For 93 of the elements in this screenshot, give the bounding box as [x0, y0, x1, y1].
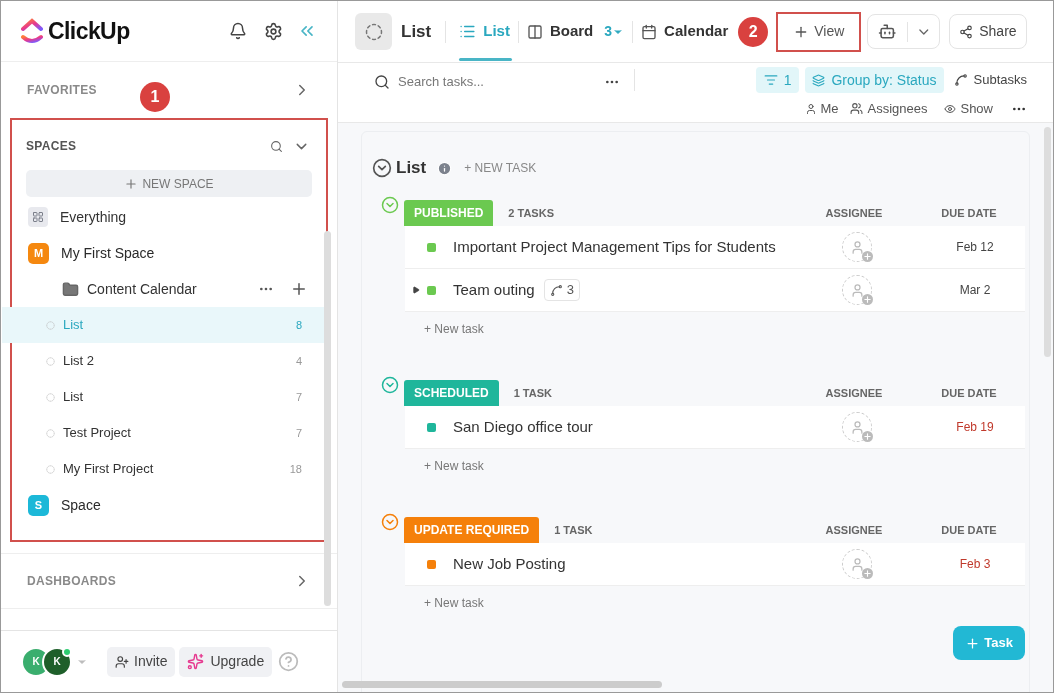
task-row[interactable]: Team outing 3 Mar 2	[405, 269, 1025, 312]
plus-icon	[124, 176, 139, 191]
annotation-number-badge: 2	[738, 16, 769, 47]
search-icon[interactable]	[270, 139, 283, 153]
task-row[interactable]: New Job Posting Feb 3	[405, 543, 1025, 586]
column-header: ASSIGNEE	[824, 522, 884, 538]
column-header: ASSIGNEE	[824, 385, 884, 401]
folder-icon	[62, 280, 79, 298]
robot-icon	[878, 22, 897, 41]
list-icon	[459, 23, 477, 40]
list-item[interactable]: List 2 4	[2, 343, 326, 379]
people-icon	[850, 102, 864, 116]
add-icon[interactable]	[290, 280, 308, 298]
status-label: PUBLISHED	[404, 200, 494, 226]
task-count: 1 TASK	[513, 385, 552, 401]
folder-item[interactable]: Content Calendar	[2, 271, 326, 307]
new-task-link[interactable]: + New task	[424, 320, 484, 338]
subtasks-icon	[953, 73, 968, 87]
task-name: Team outing	[453, 279, 535, 300]
settings-icon[interactable]	[264, 21, 283, 41]
show-button[interactable]: Show	[944, 99, 993, 119]
active-tab-underline	[459, 57, 512, 61]
status-label: UPDATE REQUIRED	[404, 517, 540, 543]
due-date[interactable]: Feb 19	[935, 418, 1015, 436]
space-avatar: M	[28, 242, 49, 264]
plus-icon	[965, 635, 981, 651]
assignees-filter-button[interactable]: Assignees	[850, 99, 928, 119]
me-filter-button[interactable]: Me	[805, 99, 839, 119]
new-task-link[interactable]: + New task	[424, 457, 484, 475]
dashed-circle-icon	[46, 320, 55, 330]
task-name: New Job Posting	[453, 553, 566, 574]
brand-name: ClickUp	[48, 16, 130, 46]
view-tab[interactable]: Board 3	[522, 1, 629, 63]
space-item[interactable]: M My First Space	[2, 235, 326, 271]
task-row[interactable]: Important Project Management Tips for Students Feb 12	[405, 226, 1025, 269]
collapse-list-icon[interactable]	[372, 158, 392, 178]
share-button[interactable]: Share	[949, 14, 1027, 49]
annotation-number-badge: 1	[140, 82, 170, 112]
dashed-circle-icon	[46, 428, 55, 438]
task-name: San Diego office tour	[453, 416, 593, 437]
search-icon	[374, 74, 390, 90]
list-item[interactable]: Test Project 7	[2, 415, 326, 451]
page-title: List	[401, 20, 432, 43]
sparkles-icon	[187, 653, 205, 670]
dashed-circle-icon	[46, 356, 55, 366]
eye-icon	[944, 102, 957, 115]
expand-caret-icon[interactable]	[412, 286, 420, 294]
column-header: ASSIGNEE	[824, 205, 884, 221]
view-tab[interactable]: Calendar	[637, 1, 733, 63]
column-header: DUE DATE	[940, 385, 998, 401]
status-label: SCHEDULED	[404, 380, 499, 406]
filter-icon	[763, 73, 778, 87]
column-header: DUE DATE	[940, 522, 998, 538]
dashed-circle-icon	[46, 464, 55, 474]
due-date[interactable]: Feb 12	[935, 238, 1015, 256]
task-count: 2 TASKS	[508, 205, 554, 221]
list-item[interactable]: My First Project 18	[2, 451, 326, 487]
task-count: 1 TASK	[554, 522, 593, 538]
board-icon	[526, 23, 543, 40]
share-icon	[959, 24, 974, 39]
sidebar-item[interactable]: Everything	[2, 199, 326, 235]
space-item[interactable]: S Space	[2, 487, 326, 523]
due-date[interactable]: Feb 3	[935, 555, 1015, 573]
automation-button[interactable]	[867, 14, 941, 49]
person-icon	[805, 102, 818, 115]
layers-icon	[812, 73, 826, 87]
list-title: List	[396, 157, 427, 180]
add-user-icon	[115, 654, 129, 669]
new-task-link[interactable]: + New task	[424, 594, 484, 612]
task-row[interactable]: San Diego office tour Feb 19	[405, 406, 1025, 449]
list-item[interactable]: List 7	[2, 379, 326, 415]
view-count: 3	[604, 21, 625, 42]
calendar-icon	[641, 23, 658, 40]
new-space-button[interactable]: NEW SPACE	[26, 170, 312, 197]
logo-icon	[21, 18, 43, 44]
add-view-button[interactable]: View	[776, 11, 862, 52]
search-field[interactable]: Search tasks...	[398, 72, 568, 92]
section-header[interactable]: SPACES	[26, 137, 77, 155]
subtasks-icon	[549, 283, 563, 297]
grid-icon	[28, 207, 48, 227]
column-header: DUE DATE	[940, 205, 998, 221]
invite-button[interactable]: Invite	[107, 646, 176, 677]
subtasks-button[interactable]: Subtasks	[949, 67, 1031, 93]
task-name: Important Project Management Tips for Students	[453, 236, 776, 257]
dashed-circle-icon	[46, 392, 55, 402]
info-icon[interactable]	[437, 160, 453, 176]
due-date[interactable]: Mar 2	[935, 281, 1015, 299]
notifications-icon[interactable]	[229, 22, 247, 40]
space-avatar: S	[28, 494, 49, 516]
subtask-count: 3	[543, 279, 580, 301]
upgrade-button[interactable]: Upgrade	[179, 646, 273, 677]
list-status-icon	[355, 13, 392, 50]
user-avatar: K	[42, 646, 72, 677]
